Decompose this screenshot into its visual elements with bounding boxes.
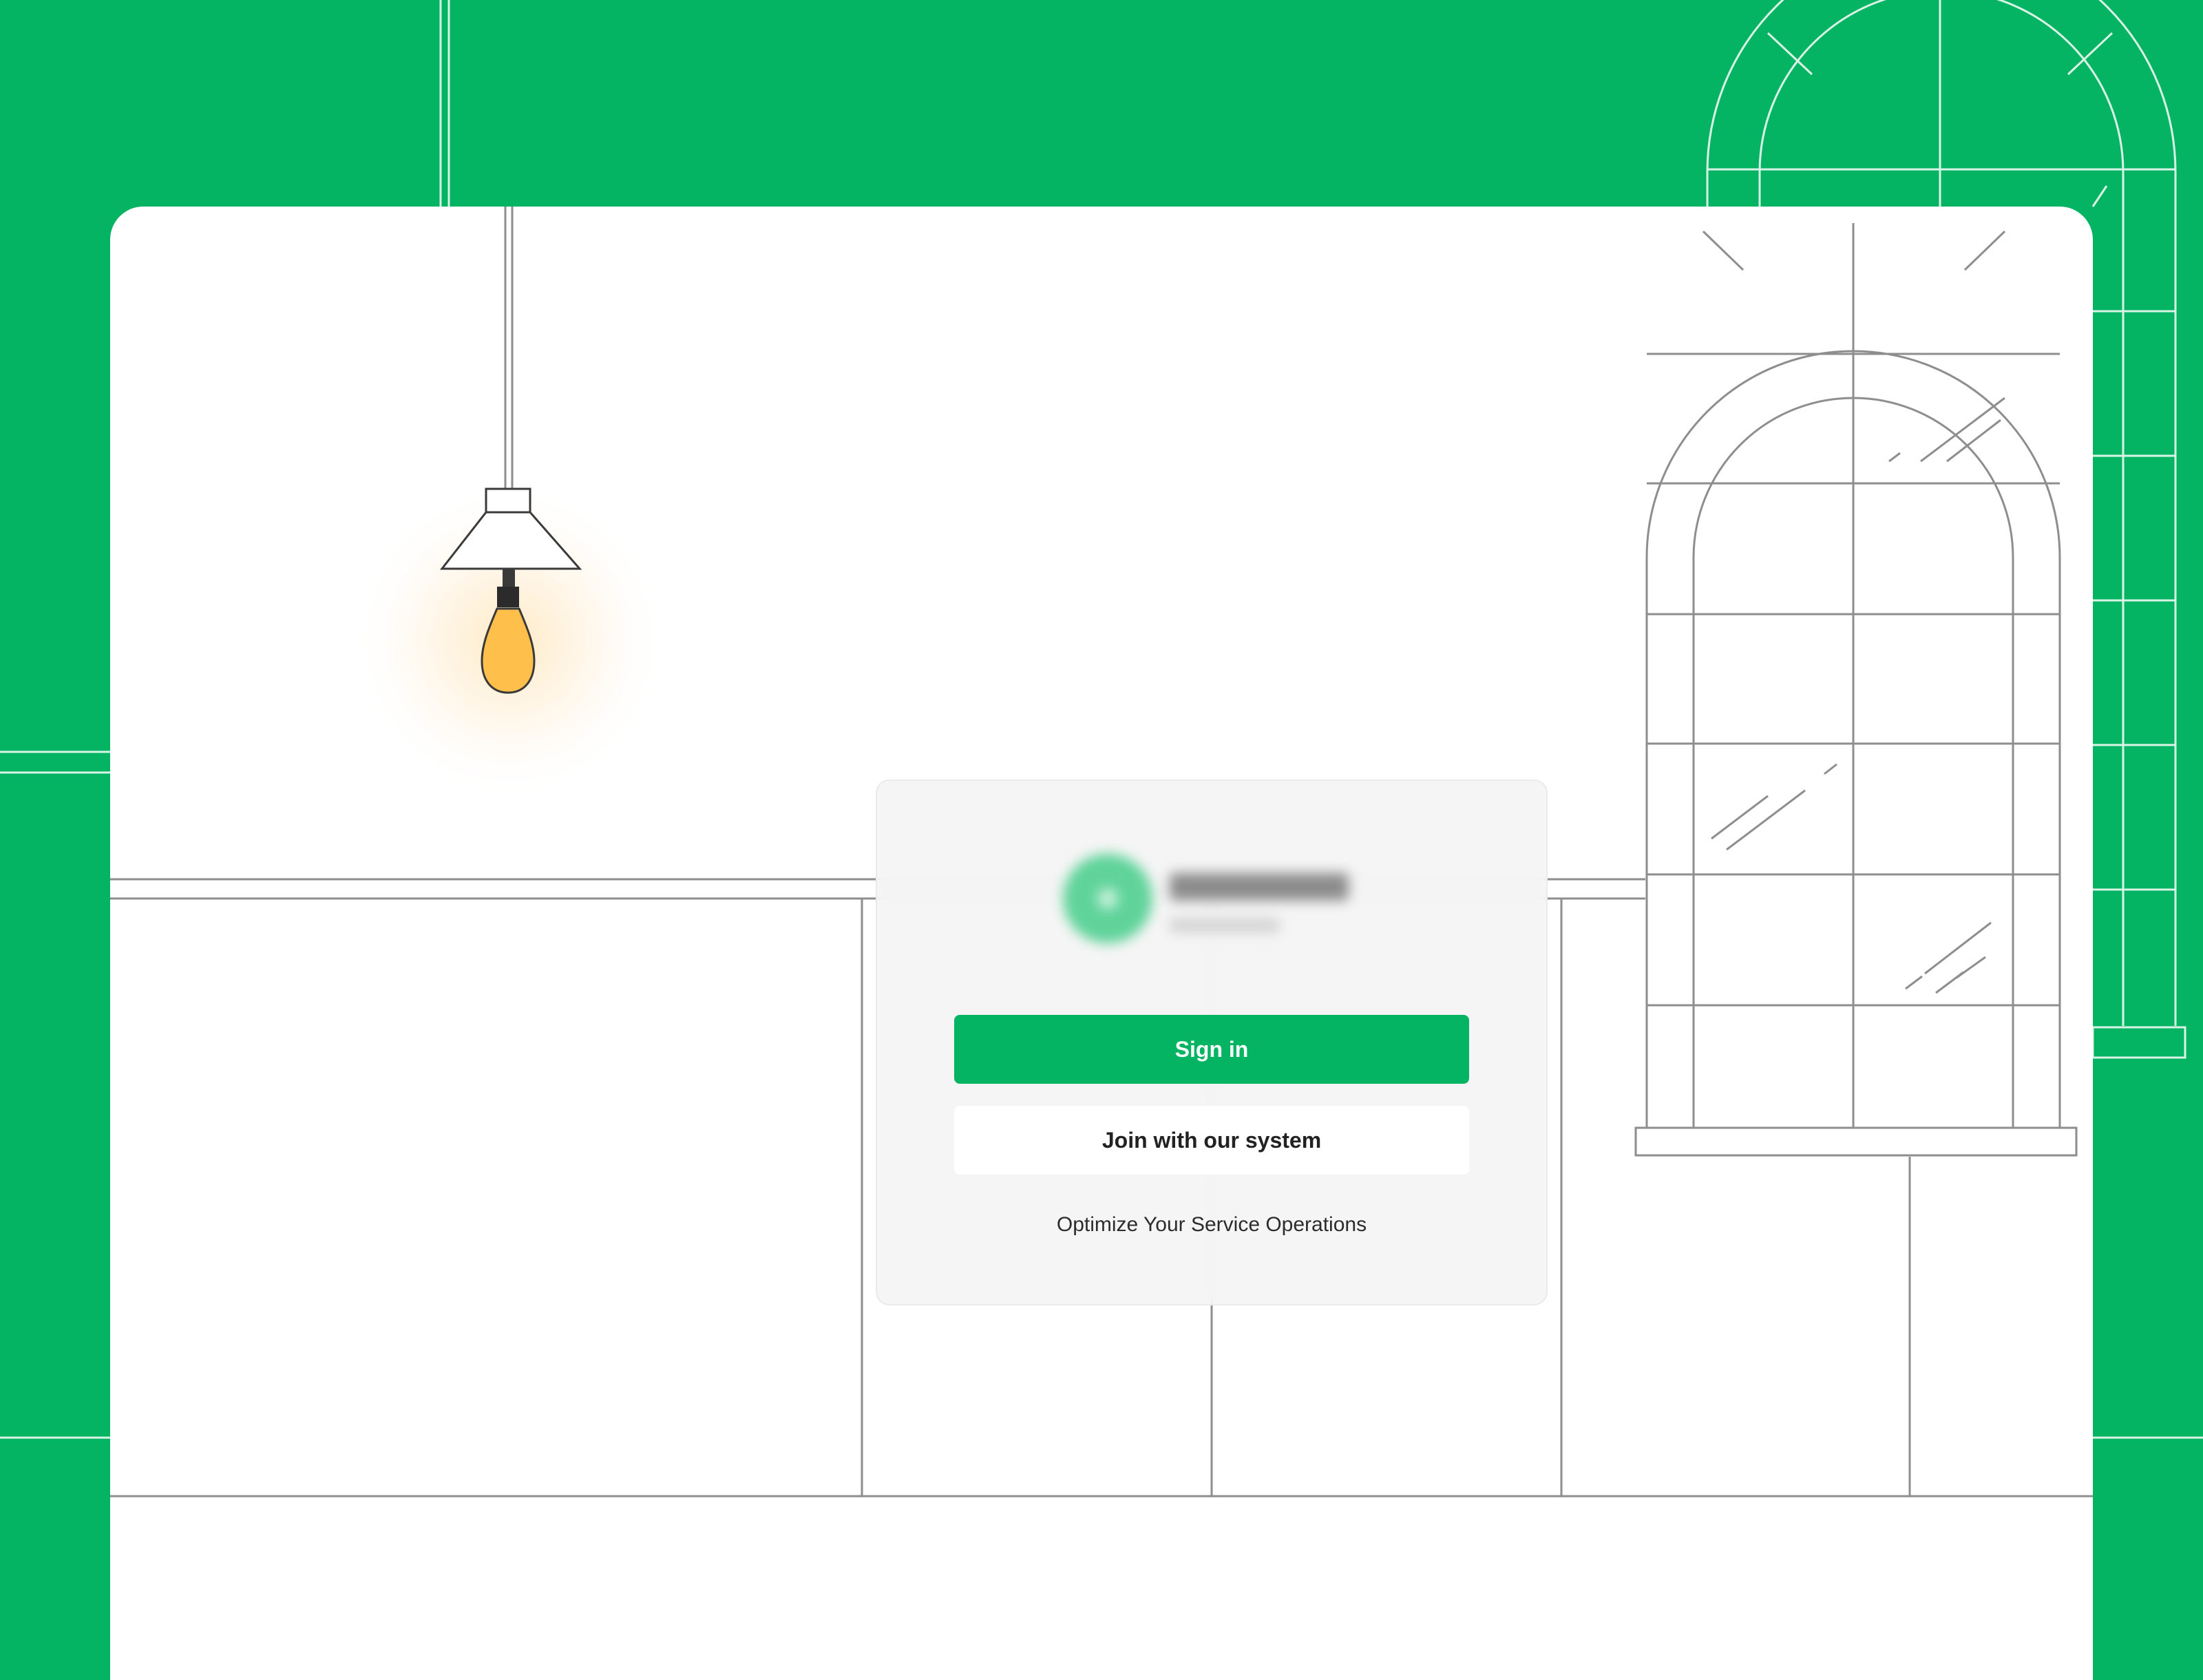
arched-window-icon bbox=[1634, 223, 2078, 1157]
brand-logo-mark bbox=[1063, 854, 1152, 943]
main-panel: Sign in Join with our system Optimize Yo… bbox=[110, 207, 2093, 1680]
sign-in-button[interactable]: Sign in bbox=[954, 1015, 1469, 1084]
tagline-text: Optimize Your Service Operations bbox=[1056, 1213, 1367, 1236]
join-button[interactable]: Join with our system bbox=[954, 1106, 1469, 1175]
brand-logo-subtext bbox=[1170, 918, 1280, 932]
brand-logo-text bbox=[1170, 873, 1349, 901]
login-card: Sign in Join with our system Optimize Yo… bbox=[876, 779, 1548, 1305]
brand-logo bbox=[1056, 850, 1359, 953]
